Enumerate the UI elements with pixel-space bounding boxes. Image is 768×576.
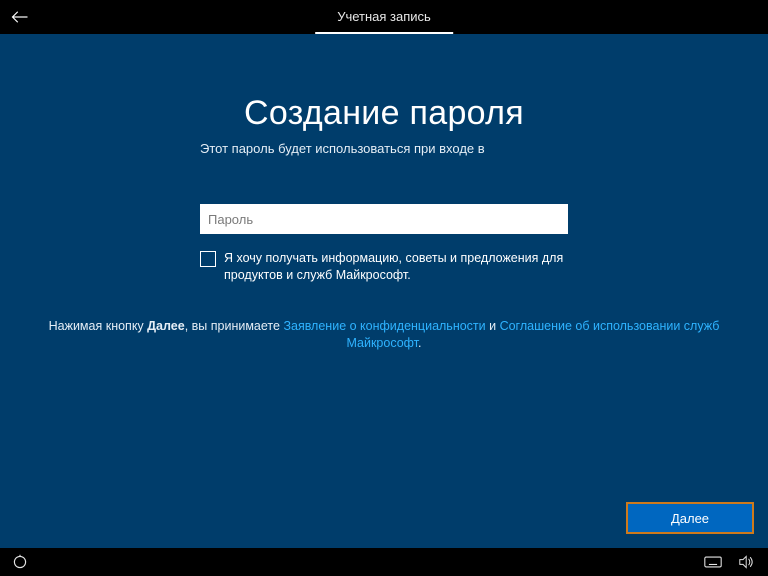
bottom-bar [0,548,768,576]
volume-icon[interactable] [738,555,756,569]
legal-mid: , вы принимаете [185,319,284,333]
page-title: Создание пароля [0,94,768,133]
page-subtitle: Этот пароль будет использоваться при вхо… [200,141,568,156]
privacy-link[interactable]: Заявление о конфиденциальности [283,319,485,333]
legal-bold: Далее [147,319,185,333]
bottom-right [704,555,768,569]
next-button-label: Далее [671,511,709,526]
tab-account[interactable]: Учетная запись [315,0,453,34]
title-bar: Учетная запись [0,0,768,34]
tab-label: Учетная запись [337,9,431,24]
opt-in-checkbox[interactable] [200,251,216,267]
opt-in-row: Я хочу получать информацию, советы и пре… [200,250,568,284]
form-area: Я хочу получать информацию, советы и пре… [200,204,568,284]
back-button[interactable] [0,0,40,34]
back-arrow-icon [11,10,29,24]
keyboard-icon[interactable] [704,555,722,569]
bottom-left [0,555,40,569]
legal-suffix: . [418,336,421,350]
opt-in-label: Я хочу получать информацию, советы и пре… [224,250,568,284]
next-button[interactable]: Далее [626,502,754,534]
legal-and: и [486,319,500,333]
ease-of-access-icon[interactable] [11,555,29,569]
legal-text: Нажимая кнопку Далее, вы принимаете Заяв… [34,318,734,353]
password-input[interactable] [200,204,568,234]
main-content: Создание пароля Этот пароль будет исполь… [0,34,768,353]
legal-prefix: Нажимая кнопку [49,319,148,333]
